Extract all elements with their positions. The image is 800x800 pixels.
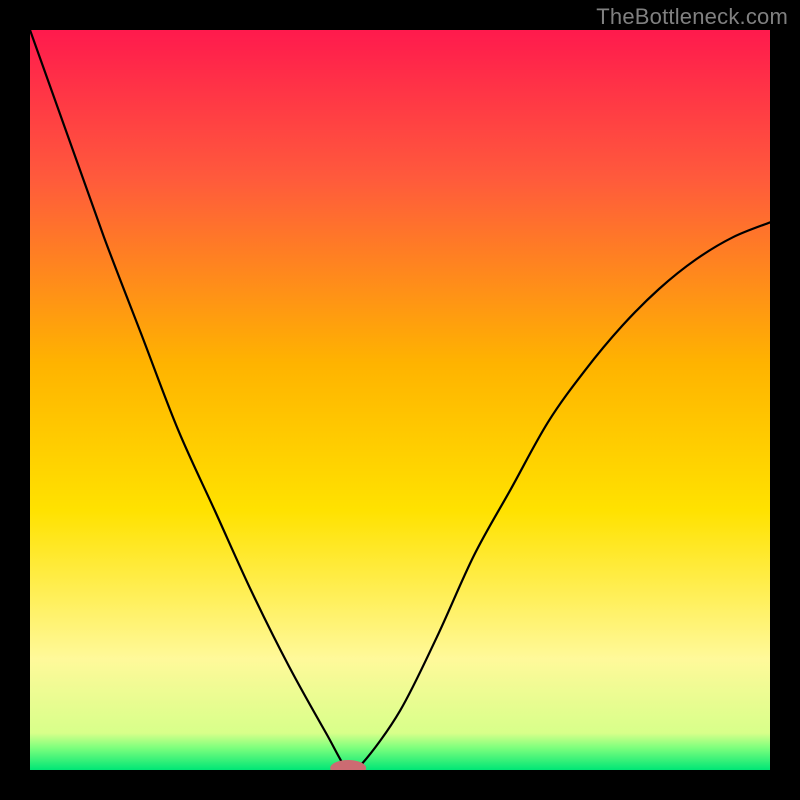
watermark-text: TheBottleneck.com [596, 4, 788, 30]
bottleneck-chart [30, 30, 770, 770]
chart-frame: TheBottleneck.com [0, 0, 800, 800]
plot-area [30, 30, 770, 770]
gradient-background [30, 30, 770, 770]
